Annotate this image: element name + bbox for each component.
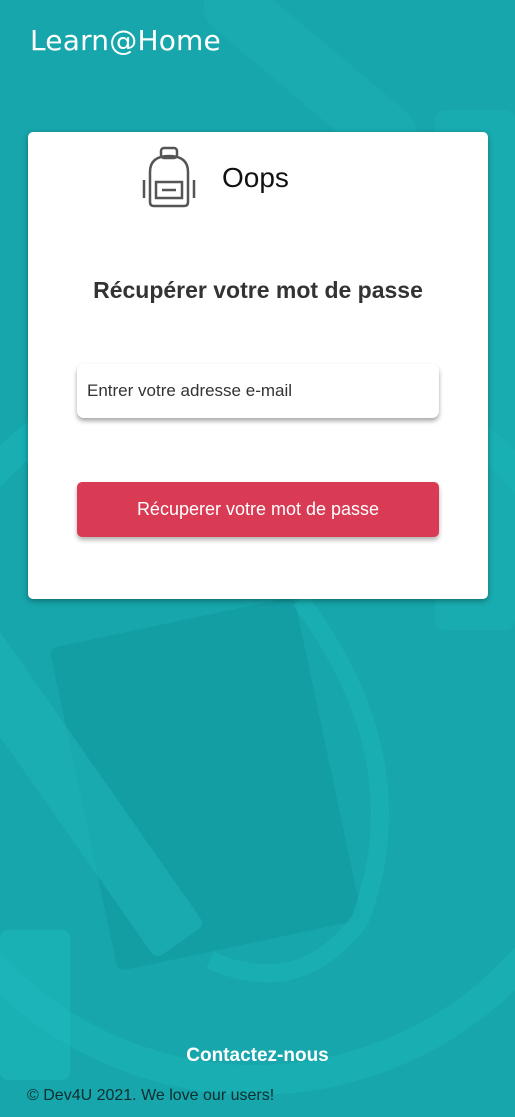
email-field[interactable] — [77, 364, 439, 418]
email-input[interactable] — [77, 364, 439, 418]
recover-password-button[interactable]: Récuperer votre mot de passe — [77, 482, 439, 537]
contact-link[interactable]: Contactez-nous — [0, 1045, 515, 1067]
backpack-icon — [142, 146, 196, 208]
brand-logo[interactable]: Learn@Home — [30, 24, 221, 57]
page-title: Récupérer votre mot de passe — [93, 277, 423, 303]
copyright-text: © Dev4U 2021. We love our users! — [27, 1087, 275, 1104]
recovery-card: Oops Récupérer votre mot de passe Récupe… — [28, 132, 488, 599]
card-title: Oops — [222, 162, 289, 193]
